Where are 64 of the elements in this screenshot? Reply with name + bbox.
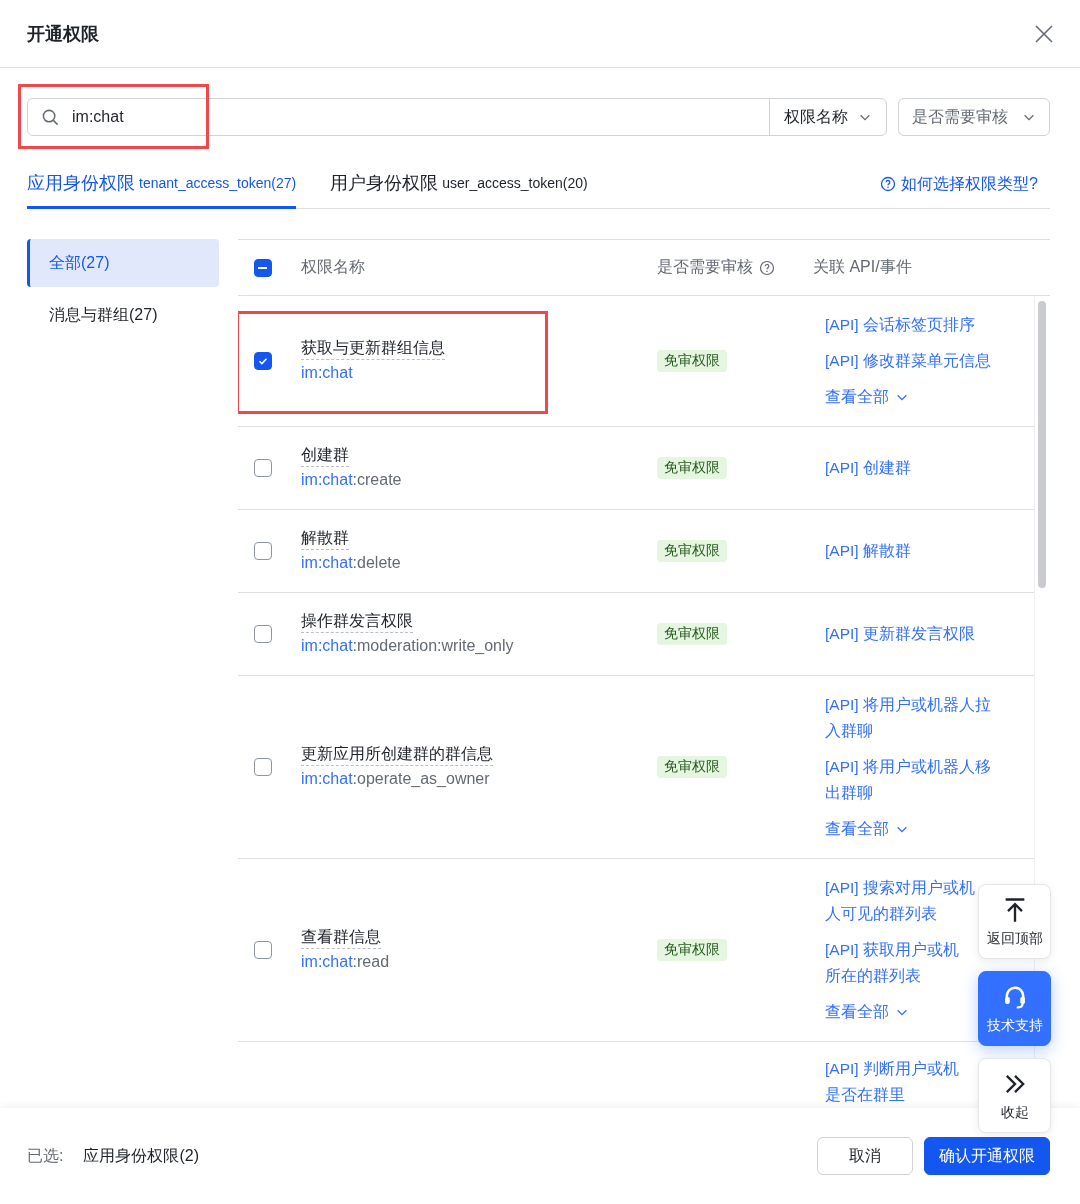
scope-code: im:chat:read <box>301 952 391 972</box>
question-icon <box>880 176 897 192</box>
row-checkbox[interactable] <box>253 459 272 477</box>
sidebar-item[interactable]: 全部(27) <box>27 239 219 287</box>
scope-code: im:chat <box>301 363 354 383</box>
api-link[interactable]: [API] 将用户或机器人拉 入群聊 <box>825 692 991 744</box>
scope-code: im:chat:delete <box>301 553 402 573</box>
api-link[interactable]: [API] 会话标签页排序 <box>825 312 975 338</box>
api-link[interactable]: [API] 解散群 <box>825 538 911 564</box>
float-button[interactable]: 收起 <box>978 1058 1051 1133</box>
api-link[interactable]: [API] 搜索对用户或机 人可见的群列表 <box>825 875 975 927</box>
search-icon <box>41 107 60 127</box>
scope-code: im:chat:operate_as_owner <box>301 769 491 789</box>
permission-name: 操作群发言权限 <box>301 609 413 633</box>
api-link[interactable]: [API] 更新群发言权限 <box>825 621 975 647</box>
view-all-link[interactable]: 查看全部 <box>825 384 909 410</box>
row-checkbox[interactable] <box>253 352 272 370</box>
select-all-checkbox[interactable] <box>253 258 272 277</box>
float-button[interactable]: 技术支持 <box>978 971 1051 1046</box>
permission-name: 创建群 <box>301 443 349 467</box>
permission-name: 更新应用所创建群的群信息 <box>301 742 493 766</box>
view-all-link[interactable]: 查看全部 <box>825 816 909 842</box>
question-icon <box>759 259 775 276</box>
dialog-title: 开通权限 <box>27 22 99 46</box>
api-link[interactable]: [API] 将用户或机器人移 出群聊 <box>825 754 991 806</box>
column-header: 关联 API/事件 <box>813 257 913 277</box>
confirm-button[interactable]: 确认开通权限 <box>924 1137 1050 1175</box>
row-checkbox[interactable] <box>253 625 272 643</box>
selected-value: 应用身份权限(2) <box>83 1145 199 1166</box>
scrollbar-thumb[interactable] <box>1038 301 1046 588</box>
search-field[interactable]: im:chat 权限名称 <box>27 98 887 136</box>
row-checkbox[interactable] <box>253 758 272 776</box>
select-label: 权限名称 <box>784 106 848 127</box>
api-link[interactable]: [API] 创建群 <box>825 455 911 481</box>
field-select[interactable]: 权限名称 <box>769 99 886 135</box>
select-label: 是否需要审核 <box>912 106 1008 127</box>
cancel-button[interactable]: 取消 <box>817 1137 913 1175</box>
view-all-link[interactable]: 查看全部 <box>825 999 909 1025</box>
review-badge: 免审权限 <box>657 756 727 778</box>
tab[interactable]: 应用身份权限 tenant_access_token(27) <box>27 160 297 209</box>
api-link[interactable]: [API] 修改群菜单元信息 <box>825 348 991 374</box>
help-link[interactable]: 如何选择权限类型? <box>880 160 1050 208</box>
review-badge: 免审权限 <box>657 457 727 479</box>
tab[interactable]: 用户身份权限 user_access_token(20) <box>330 160 588 209</box>
scope-code: im:chat:moderation:write_only <box>301 636 515 656</box>
review-select[interactable]: 是否需要审核 <box>898 98 1050 136</box>
scope-code: im:chat:create <box>301 470 403 490</box>
row-checkbox[interactable] <box>253 542 272 560</box>
review-badge: 免审权限 <box>657 540 727 562</box>
column-header: 是否需要审核 <box>657 257 753 277</box>
review-badge: 免审权限 <box>657 350 727 372</box>
sidebar-item[interactable]: 消息与群组(27) <box>27 291 219 339</box>
api-link[interactable]: [API] 判断用户或机 是否在群里 <box>825 1056 959 1108</box>
api-link[interactable]: [API] 获取用户或机 所在的群列表 <box>825 937 959 989</box>
permission-name: 查看群信息 <box>301 925 381 949</box>
row-checkbox[interactable] <box>253 941 272 959</box>
review-badge: 免审权限 <box>657 939 727 961</box>
close-icon <box>1034 23 1054 44</box>
permission-name: 解散群 <box>301 526 349 550</box>
review-badge: 免审权限 <box>657 623 727 645</box>
permission-name: 获取与更新群组信息 <box>301 336 445 360</box>
selected-label: 已选: <box>27 1145 64 1166</box>
float-button[interactable]: 返回顶部 <box>978 884 1051 959</box>
column-header: 权限名称 <box>300 257 366 277</box>
